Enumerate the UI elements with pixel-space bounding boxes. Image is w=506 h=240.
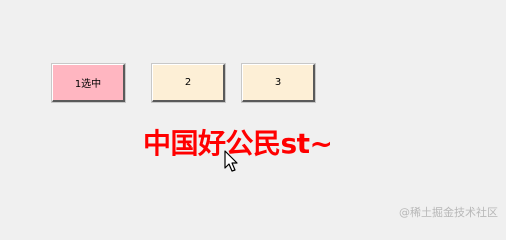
button-1-selected[interactable]: 1选中 (51, 63, 126, 103)
watermark: @稀土掘金技术社区 (399, 206, 498, 219)
button-3[interactable]: 3 (241, 63, 316, 103)
button-2[interactable]: 2 (151, 63, 226, 103)
arrow-cursor-icon (224, 150, 238, 172)
